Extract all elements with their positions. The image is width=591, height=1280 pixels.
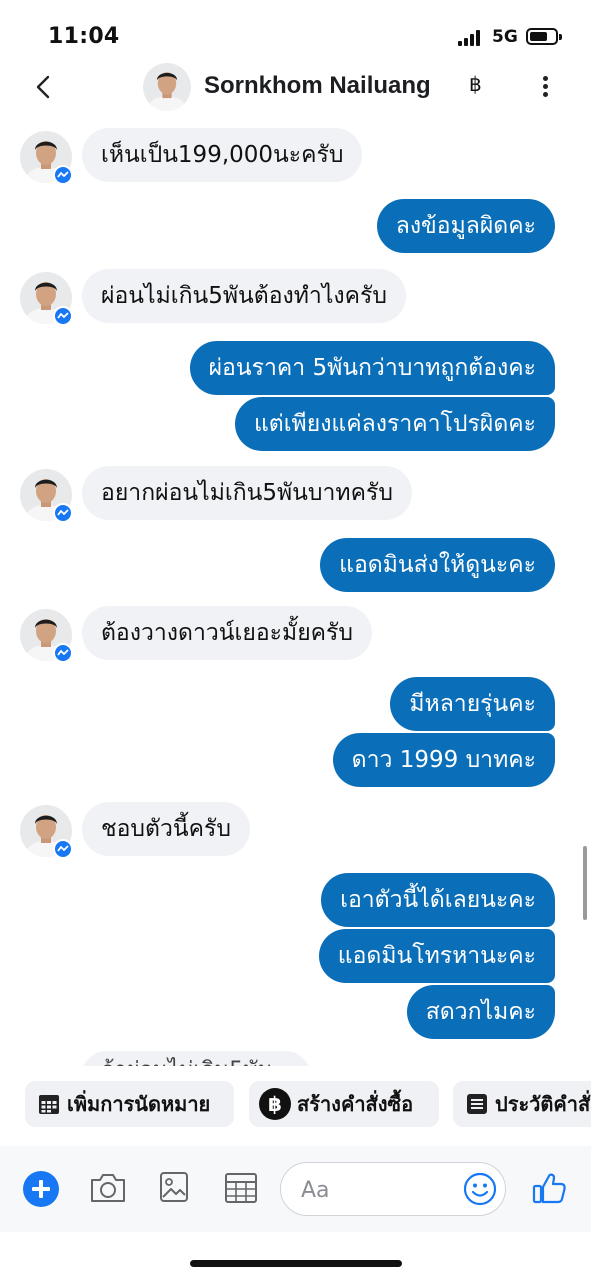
- outgoing-message[interactable]: ดาว 1999 บาทคะ: [332, 733, 555, 787]
- network-label: 5G: [492, 27, 518, 47]
- chip-label: ประวัติคำสั่งซื้อ: [495, 1092, 591, 1116]
- messenger-badge-icon: [53, 165, 73, 185]
- contact-avatar[interactable]: [143, 63, 191, 111]
- incoming-message[interactable]: เห็นเป็น199,000นะครับ: [82, 128, 363, 182]
- quick-actions-bar: เพิ่มการนัดหมาย ฿ สร้างคำสั่งซื้อ ประวัต…: [0, 1066, 591, 1146]
- image-icon[interactable]: [159, 1171, 189, 1207]
- sender-avatar: [20, 805, 73, 859]
- more-vertical-icon[interactable]: [536, 72, 556, 102]
- outgoing-message[interactable]: มีหลายรุ่นคะ: [390, 677, 555, 731]
- chevron-left-icon: [36, 75, 50, 99]
- composer-bar: [0, 1146, 591, 1232]
- scroll-indicator[interactable]: [583, 846, 587, 920]
- messenger-badge-icon: [53, 839, 73, 859]
- sender-avatar: [20, 272, 73, 326]
- chip-label: สร้างคำสั่งซื้อ: [297, 1092, 414, 1116]
- sender-avatar: [20, 469, 73, 523]
- baht-icon[interactable]: ฿: [469, 72, 491, 98]
- sender-avatar: [20, 131, 73, 185]
- outgoing-message[interactable]: แต่เพียงแค่ลงราคาโปรผิดคะ: [234, 397, 555, 451]
- back-button[interactable]: [30, 72, 58, 102]
- messenger-badge-icon: [53, 643, 73, 663]
- message-input-field[interactable]: [280, 1162, 506, 1216]
- calendar-icon: [37, 1092, 61, 1116]
- outgoing-message[interactable]: แอดมินส่งให้ดูนะคะ: [320, 538, 555, 592]
- incoming-message[interactable]: ต้องวางดาวน์เยอะมั้ยครับ: [82, 606, 373, 660]
- outgoing-message[interactable]: แอดมินโทรหานะคะ: [318, 929, 555, 983]
- plus-icon[interactable]: [23, 1171, 59, 1207]
- message-input[interactable]: [301, 1175, 451, 1205]
- status-bar: 11:04 5G: [0, 0, 591, 64]
- outgoing-message[interactable]: เอาตัวนี้ได้เลยนะคะ: [321, 873, 555, 927]
- messenger-badge-icon: [53, 503, 73, 523]
- incoming-message[interactable]: ผ่อนไม่เกิน5พันต้องทำไงครับ: [82, 269, 406, 323]
- contact-name[interactable]: Sornkhom Nailuang: [204, 72, 431, 100]
- baht-coin-icon: ฿: [259, 1088, 291, 1120]
- chip-label: เพิ่มการนัดหมาย: [67, 1092, 211, 1116]
- order-history-button[interactable]: ประวัติคำสั่งซื้อ: [453, 1081, 591, 1127]
- incoming-message[interactable]: ชอบตัวนี้ครับ: [82, 802, 250, 856]
- status-time: 11:04: [48, 24, 120, 49]
- list-icon: [465, 1092, 489, 1116]
- table-icon[interactable]: [224, 1172, 258, 1208]
- battery-icon: [526, 28, 562, 45]
- chat-header: Sornkhom Nailuang ฿: [0, 60, 591, 116]
- avatar-photo: [143, 63, 191, 111]
- thumbs-up-icon[interactable]: [531, 1170, 567, 1210]
- camera-icon[interactable]: [89, 1172, 127, 1208]
- add-appointment-button[interactable]: เพิ่มการนัดหมาย: [25, 1081, 234, 1127]
- sender-avatar: [20, 609, 73, 663]
- messenger-badge-icon: [53, 306, 73, 326]
- signal-icon: [458, 30, 484, 46]
- incoming-message[interactable]: อยากผ่อนไม่เกิน5พันบาทครับ: [82, 466, 412, 520]
- emoji-icon[interactable]: [463, 1172, 497, 1210]
- create-order-button[interactable]: ฿ สร้างคำสั่งซื้อ: [249, 1081, 439, 1127]
- outgoing-message[interactable]: สดวกไมคะ: [406, 985, 555, 1039]
- home-indicator[interactable]: [190, 1260, 402, 1267]
- outgoing-message[interactable]: ลงข้อมูลผิดคะ: [376, 199, 555, 253]
- outgoing-message[interactable]: ผ่อนราคา 5พันกว่าบาทถูกต้องคะ: [189, 341, 555, 395]
